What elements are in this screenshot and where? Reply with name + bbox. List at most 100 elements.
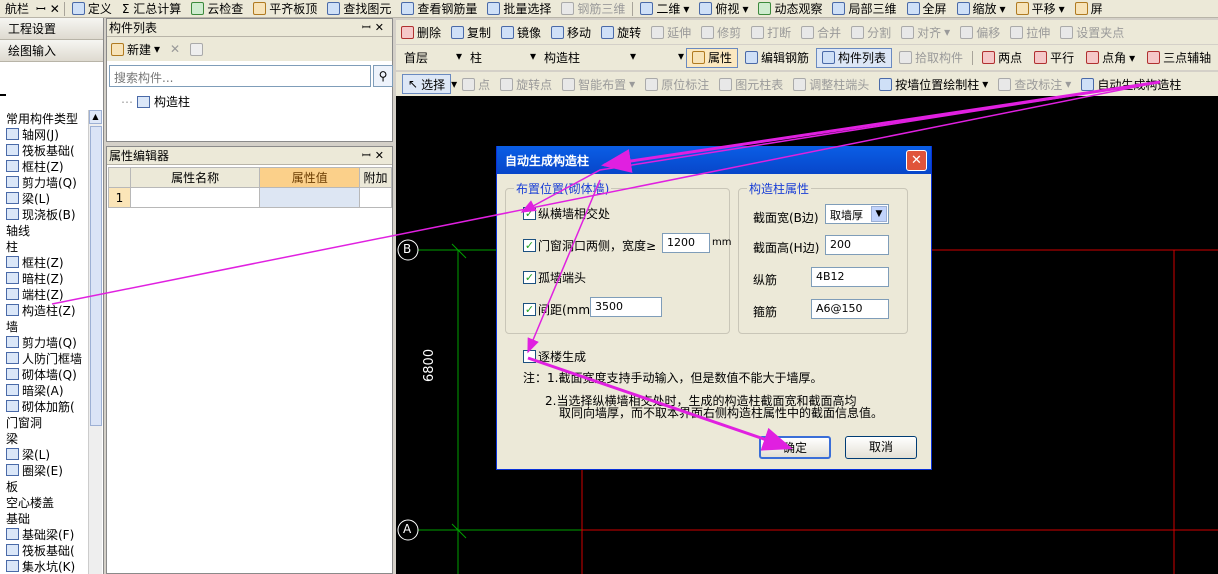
trim-button[interactable]: 修剪 xyxy=(696,23,746,41)
tree-category[interactable]: 空心楼盖 xyxy=(0,494,86,510)
offset-button[interactable]: 偏移 xyxy=(955,23,1005,41)
type-select[interactable]: 柱 ▾ xyxy=(470,49,536,66)
zoom-dropdown[interactable]: 缩放 ▾ xyxy=(952,0,1011,17)
pick-component-button[interactable]: 拾取构件 xyxy=(894,49,968,67)
tree-category[interactable]: 常用构件类型 xyxy=(0,110,86,126)
tree-item[interactable]: 砌体加筋( xyxy=(0,398,86,414)
rebar-3d-button[interactable]: 钢筋三维 xyxy=(556,0,630,17)
drawing-input-button[interactable]: 绘图输入 xyxy=(0,40,103,62)
floor-by-floor-checkbox[interactable]: 逐楼生成 xyxy=(523,348,586,365)
select-button[interactable]: ↖ 选择 xyxy=(402,74,452,94)
screen-button[interactable]: 屏 xyxy=(1070,0,1108,17)
section-height-input[interactable]: 200 xyxy=(825,235,889,255)
top-view-dropdown[interactable]: 俯视 ▾ xyxy=(694,0,753,17)
set-grip-button[interactable]: 设置夹点 xyxy=(1055,23,1129,41)
properties-button[interactable]: 属性 xyxy=(686,47,739,68)
cancel-button[interactable]: 取消 xyxy=(845,436,917,459)
tree-category[interactable]: 基础 xyxy=(0,510,86,526)
spacing-checkbox[interactable]: ✓ 间距(mm) xyxy=(523,301,595,318)
align-slab-button[interactable]: 平齐板顶 xyxy=(248,0,322,17)
edit-rebar-button[interactable]: 编辑钢筋 xyxy=(740,49,814,67)
tree-item[interactable]: 梁(L) xyxy=(0,190,86,206)
tree-category[interactable]: 柱 xyxy=(0,238,86,254)
search-icon[interactable]: ⚲ xyxy=(373,65,393,87)
component-select[interactable]: 构造柱 ▾ ▾ xyxy=(544,49,684,66)
column-table-button[interactable]: 图元柱表 xyxy=(714,75,788,93)
nav-close-icon[interactable]: ✕ xyxy=(48,0,62,17)
tree-item[interactable]: 框柱(Z) xyxy=(0,254,86,270)
tree-category[interactable]: 墙 xyxy=(0,318,86,334)
component-node[interactable]: ⋯ 构造柱 xyxy=(121,93,190,110)
tree-item[interactable]: 圈梁(E) xyxy=(0,462,86,478)
cloud-check-button[interactable]: 云检查 xyxy=(186,0,248,17)
panel-controls[interactable]: ꟷ✕ xyxy=(362,20,388,35)
tree-item[interactable]: 端柱(Z) xyxy=(0,286,86,302)
auto-generate-column-button[interactable]: 自动生成构造柱 xyxy=(1076,75,1186,93)
new-component-button[interactable]: 新建 ▾ xyxy=(111,41,160,58)
longitudinal-rebar-input[interactable]: 4B12 xyxy=(811,267,889,287)
tree-item[interactable]: 梁(L) xyxy=(0,446,86,462)
rotate-point-button[interactable]: 旋转点 xyxy=(495,75,557,93)
mirror-button[interactable]: 镜像 xyxy=(496,23,546,41)
tree-item[interactable]: 人防门框墙 xyxy=(0,350,86,366)
scroll-up-icon[interactable]: ▲ xyxy=(89,110,102,124)
tree-item[interactable]: 剪力墙(Q) xyxy=(0,174,86,190)
split-button[interactable]: 分割 xyxy=(846,23,896,41)
component-list-button[interactable]: 构件列表 xyxy=(816,47,893,68)
stirrup-input[interactable]: A6@150 xyxy=(811,299,889,319)
tree-item[interactable]: 框柱(Z) xyxy=(0,158,86,174)
view-2d-dropdown[interactable]: 二维 ▾ xyxy=(635,0,694,17)
three-point-axis-button[interactable]: 三点辅轴 xyxy=(1142,49,1216,67)
rotate-button[interactable]: 旋转 xyxy=(596,23,646,41)
tree-item[interactable]: 构造柱(Z) xyxy=(0,302,86,318)
cross-wall-checkbox[interactable]: ✓ 纵横墙相交处 xyxy=(523,205,610,222)
point-button[interactable]: 点 xyxy=(457,75,495,93)
tree-item[interactable]: 集水坑(K) xyxy=(0,558,86,574)
component-search-input[interactable]: 搜索构件... xyxy=(109,65,371,87)
tree-item[interactable]: 暗梁(A) xyxy=(0,382,86,398)
tree-item[interactable]: 现浇板(B) xyxy=(0,206,86,222)
tree-item[interactable]: 轴网(J) xyxy=(0,126,86,142)
two-point-button[interactable]: 两点 xyxy=(977,49,1027,67)
copy-button[interactable]: 复制 xyxy=(446,23,496,41)
section-width-select[interactable]: 取墙厚 ▼ xyxy=(825,204,889,224)
break-button[interactable]: 打断 xyxy=(746,23,796,41)
table-row[interactable]: 1 xyxy=(108,187,392,208)
delete-component-icon[interactable]: ✕ xyxy=(170,42,180,56)
pan-dropdown[interactable]: 平移 ▾ xyxy=(1011,0,1070,17)
adjust-column-end-button[interactable]: 调整柱端头 xyxy=(788,75,874,93)
point-angle-button[interactable]: 点角 ▾ xyxy=(1081,49,1140,67)
extend-button[interactable]: 延伸 xyxy=(646,23,696,41)
tree-item[interactable]: 暗柱(Z) xyxy=(0,270,86,286)
tree-item[interactable]: 基础梁(F) xyxy=(0,526,86,542)
smart-layout-button[interactable]: 智能布置 ▾ xyxy=(557,75,640,93)
ok-button[interactable]: 确定 xyxy=(759,436,831,459)
project-settings-button[interactable]: 工程设置 xyxy=(0,18,103,40)
door-window-checkbox[interactable]: ✓ 门窗洞口两侧，宽度≥ xyxy=(523,237,656,254)
tree-item[interactable]: 筏板基础( xyxy=(0,542,86,558)
dynamic-orbit-button[interactable]: 动态观察 xyxy=(753,0,827,17)
fullscreen-button[interactable]: 全屏 xyxy=(902,0,952,17)
tree-category[interactable]: 轴线 xyxy=(0,222,86,238)
align-button[interactable]: 对齐 ▾ xyxy=(896,23,955,41)
tree-category[interactable]: 板 xyxy=(0,478,86,494)
check-annotation-button[interactable]: 查改标注 ▾ xyxy=(993,75,1076,93)
panel-controls[interactable]: ꟷ✕ xyxy=(362,148,388,163)
draw-by-wall-button[interactable]: 按墙位置绘制柱 ▾ xyxy=(874,75,993,93)
local-3d-button[interactable]: 局部三维 xyxy=(827,0,901,17)
merge-button[interactable]: 合并 xyxy=(796,23,846,41)
floor-select[interactable]: 首层 ▾ xyxy=(404,49,462,66)
scroll-thumb[interactable] xyxy=(90,126,102,426)
inplace-annotation-button[interactable]: 原位标注 xyxy=(640,75,714,93)
stretch-button[interactable]: 拉伸 xyxy=(1005,23,1055,41)
find-element-button[interactable]: 查找图元 xyxy=(322,0,396,17)
nav-scrollbar[interactable]: ▲ xyxy=(88,110,102,574)
tree-item[interactable]: 剪力墙(Q) xyxy=(0,334,86,350)
tree-category[interactable]: 门窗洞 xyxy=(0,414,86,430)
door-width-input[interactable]: 1200 xyxy=(662,233,710,253)
define-button[interactable]: 定义 xyxy=(67,0,117,17)
delete-button[interactable]: 删除 xyxy=(396,23,446,41)
tree-item[interactable]: 筏板基础( xyxy=(0,142,86,158)
summary-calc-button[interactable]: Σ 汇总计算 xyxy=(117,0,186,17)
nav-pin-icon[interactable]: ꟷ xyxy=(34,0,48,17)
